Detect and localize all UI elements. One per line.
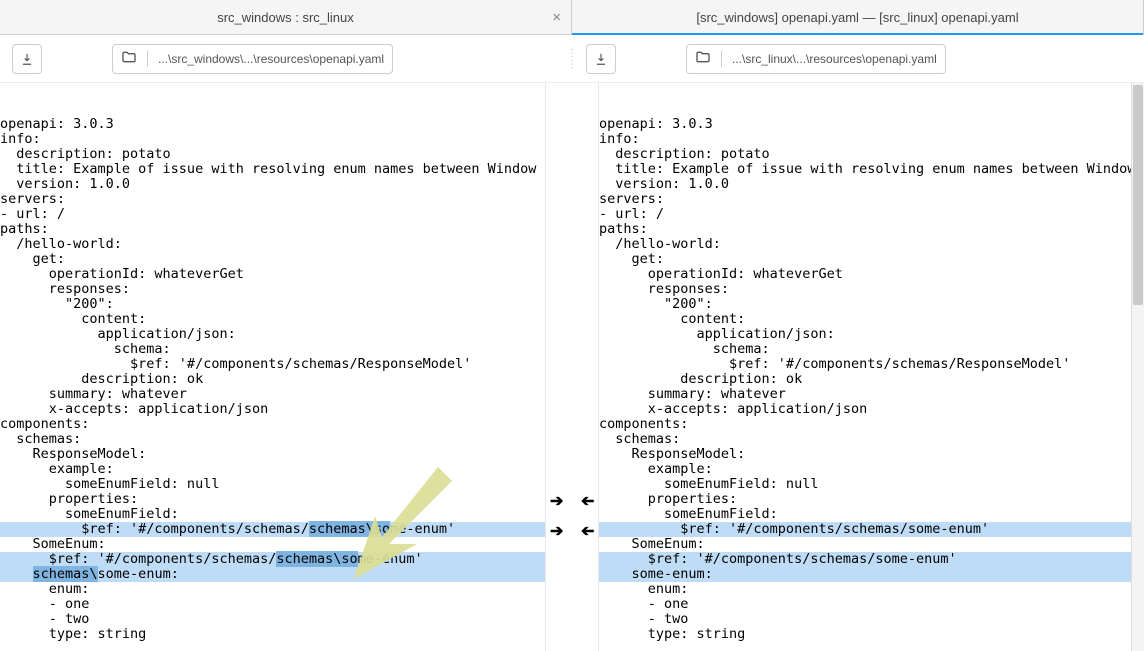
code-line: /hello-world: <box>0 237 545 252</box>
apply-left-arrow-icon[interactable]: ➔ <box>581 491 594 511</box>
code-line: content: <box>0 312 545 327</box>
file-path-right[interactable]: ...\src_linux\...\resources\openapi.yaml <box>686 44 946 74</box>
folder-icon <box>121 49 137 68</box>
code-line: type: string <box>599 627 1144 642</box>
file-path-left-text: ...\src_windows\...\resources\openapi.ya… <box>158 52 384 66</box>
code-line: responses: <box>599 282 1144 297</box>
code-line: version: 1.0.0 <box>599 177 1144 192</box>
code-line: properties: <box>599 492 1144 507</box>
code-line: operationId: whateverGet <box>0 267 545 282</box>
file-path-left[interactable]: ...\src_windows\...\resources\openapi.ya… <box>112 44 393 74</box>
diff-gutter: ➔ ➔ ➔ ➔ <box>545 83 599 651</box>
code-line: $ref: '#/components/schemas/schemas\some… <box>0 552 545 567</box>
code-line: components: <box>0 417 545 432</box>
code-line: SomeEnum: <box>599 537 1144 552</box>
code-line: schema: <box>599 342 1144 357</box>
code-line: - url: / <box>0 207 545 222</box>
code-line: x-accepts: application/json <box>599 402 1144 417</box>
code-line: "200": <box>0 297 545 312</box>
code-line: example: <box>599 462 1144 477</box>
code-line: get: <box>0 252 545 267</box>
code-line: components: <box>599 417 1144 432</box>
right-editor-pane[interactable]: openapi: 3.0.3info: description: potato … <box>599 83 1144 651</box>
code-line: /hello-world: <box>599 237 1144 252</box>
code-line: SomeEnum: <box>0 537 545 552</box>
tab-left[interactable]: src_windows : src_linux × <box>0 0 572 34</box>
code-line: - one <box>0 597 545 612</box>
code-line: servers: <box>599 192 1144 207</box>
code-line: info: <box>599 132 1144 147</box>
code-line: summary: whatever <box>0 387 545 402</box>
code-line: someEnumField: <box>0 507 545 522</box>
code-line: title: Example of issue with resolving e… <box>599 162 1144 177</box>
code-line: openapi: 3.0.3 <box>0 117 545 132</box>
code-line: schema: <box>0 342 545 357</box>
code-line: operationId: whateverGet <box>599 267 1144 282</box>
close-icon[interactable]: × <box>552 9 561 26</box>
code-line: schemas\some-enum: <box>0 567 545 582</box>
code-line: paths: <box>0 222 545 237</box>
divider <box>721 51 722 67</box>
code-line: description: ok <box>0 372 545 387</box>
tab-right[interactable]: [src_windows] openapi.yaml — [src_linux]… <box>572 0 1144 34</box>
toolbar-left: ...\src_windows\...\resources\openapi.ya… <box>0 35 570 82</box>
folder-icon <box>695 49 711 68</box>
divider <box>147 51 148 67</box>
code-line: "200": <box>599 297 1144 312</box>
code-line: someEnumField: <box>599 507 1144 522</box>
code-line: properties: <box>0 492 545 507</box>
tab-bar: src_windows : src_linux × [src_windows] … <box>0 0 1144 35</box>
code-line: description: potato <box>599 147 1144 162</box>
tab-right-label: [src_windows] openapi.yaml — [src_linux]… <box>696 10 1018 25</box>
code-line: version: 1.0.0 <box>0 177 545 192</box>
apply-left-arrow-icon[interactable]: ➔ <box>581 521 594 541</box>
code-line: $ref: '#/components/schemas/ResponseMode… <box>0 357 545 372</box>
tab-left-label: src_windows : src_linux <box>217 10 354 25</box>
code-line: application/json: <box>0 327 545 342</box>
code-line: $ref: '#/components/schemas/ResponseMode… <box>599 357 1144 372</box>
apply-right-arrow-icon[interactable]: ➔ <box>550 521 563 541</box>
code-line: info: <box>0 132 545 147</box>
code-line: someEnumField: null <box>599 477 1144 492</box>
code-line: servers: <box>0 192 545 207</box>
code-line: ResponseModel: <box>0 447 545 462</box>
code-line: responses: <box>0 282 545 297</box>
code-line: schemas: <box>0 432 545 447</box>
left-editor-pane[interactable]: openapi: 3.0.3info: description: potato … <box>0 83 545 651</box>
code-line: application/json: <box>599 327 1144 342</box>
code-line: enum: <box>599 582 1144 597</box>
code-line: some-enum: <box>599 567 1144 582</box>
code-line: description: potato <box>0 147 545 162</box>
code-line: - one <box>599 597 1144 612</box>
scrollbar-thumb[interactable] <box>1133 85 1143 305</box>
code-line: x-accepts: application/json <box>0 402 545 417</box>
download-icon[interactable] <box>586 44 616 74</box>
code-line: $ref: '#/components/schemas/some-enum' <box>599 552 1144 567</box>
code-line: content: <box>599 312 1144 327</box>
code-line: paths: <box>599 222 1144 237</box>
code-line: - url: / <box>599 207 1144 222</box>
code-line: description: ok <box>599 372 1144 387</box>
code-line: openapi: 3.0.3 <box>599 117 1144 132</box>
download-icon[interactable] <box>12 44 42 74</box>
code-line: - two <box>599 612 1144 627</box>
code-line: - two <box>0 612 545 627</box>
code-line: ResponseModel: <box>599 447 1144 462</box>
code-line: someEnumField: null <box>0 477 545 492</box>
toolbar: ...\src_windows\...\resources\openapi.ya… <box>0 35 1144 83</box>
code-line: $ref: '#/components/schemas/some-enum' <box>599 522 1144 537</box>
code-line: type: string <box>0 627 545 642</box>
toolbar-right: ...\src_linux\...\resources\openapi.yaml <box>574 35 1144 82</box>
code-line: title: Example of issue with resolving e… <box>0 162 545 177</box>
code-line: schemas: <box>599 432 1144 447</box>
vertical-scrollbar[interactable] <box>1131 83 1144 651</box>
code-line: $ref: '#/components/schemas/schemas\some… <box>0 522 545 537</box>
code-line: example: <box>0 462 545 477</box>
code-line: get: <box>599 252 1144 267</box>
diff-content: openapi: 3.0.3info: description: potato … <box>0 83 1144 651</box>
code-line: summary: whatever <box>599 387 1144 402</box>
code-line: enum: <box>0 582 545 597</box>
apply-right-arrow-icon[interactable]: ➔ <box>550 491 563 511</box>
file-path-right-text: ...\src_linux\...\resources\openapi.yaml <box>732 52 937 66</box>
